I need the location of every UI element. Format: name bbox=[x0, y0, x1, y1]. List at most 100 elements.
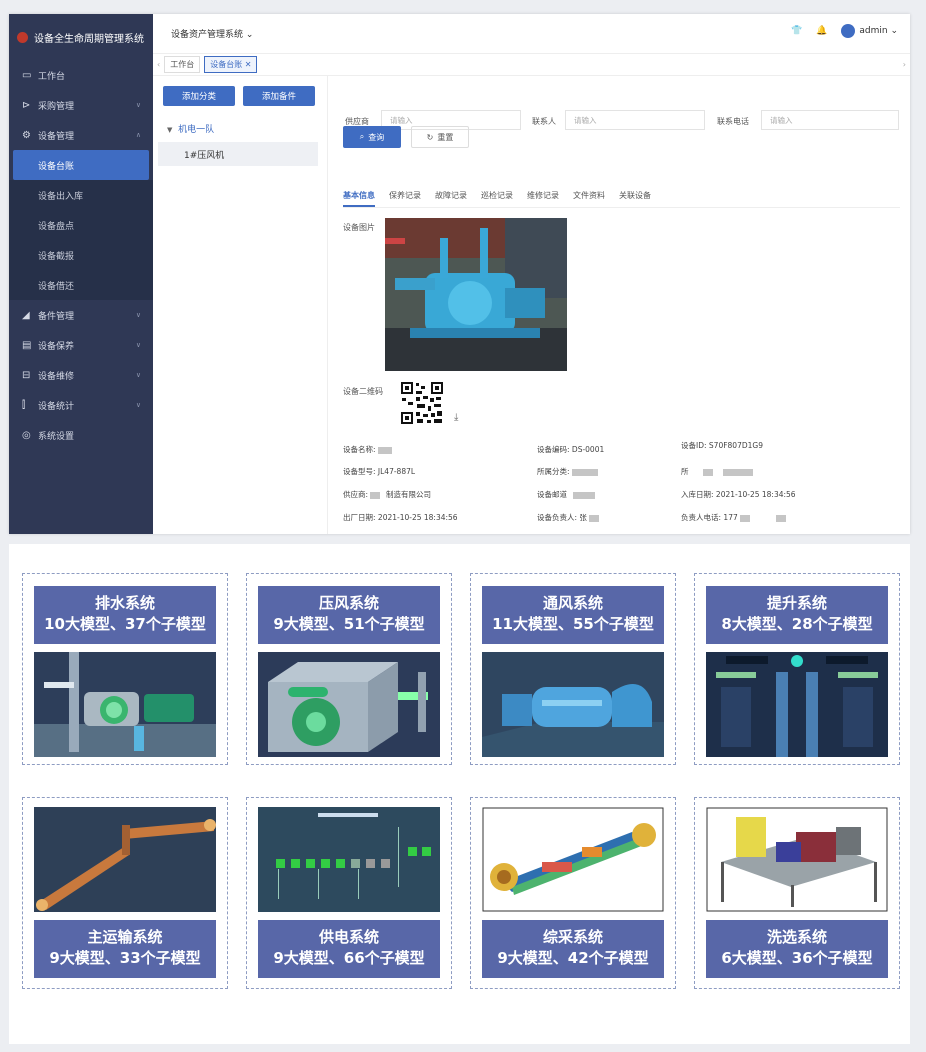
header: 设备资产管理系统 ⌄ 👕 🔔 admin ⌄ bbox=[153, 14, 910, 54]
field-value: JL47-887L bbox=[377, 467, 416, 476]
menu-item-device-management[interactable]: ⚙ 设备管理 ∧ bbox=[9, 120, 153, 150]
system-name: 洗选系统 bbox=[766, 928, 827, 946]
chevron-down-icon: ∨ bbox=[135, 401, 141, 409]
contact-label: 联系人 bbox=[532, 117, 556, 126]
reset-button[interactable]: ↻ 重置 bbox=[411, 126, 469, 148]
query-button[interactable]: ⌕ 查询 bbox=[343, 126, 401, 148]
tab-basic-info[interactable]: 基本信息 bbox=[343, 186, 375, 207]
drainage-model-image bbox=[34, 652, 216, 757]
add-category-button[interactable]: 添加分类 bbox=[163, 86, 235, 106]
tab-documents[interactable]: 文件资料 bbox=[573, 186, 605, 207]
chevron-up-icon: ∧ bbox=[135, 131, 141, 139]
redacted-value bbox=[722, 468, 753, 476]
logo-icon bbox=[17, 31, 28, 43]
menu-item-maintenance[interactable]: ▤ 设备保养 ∨ bbox=[9, 330, 153, 360]
device-photo bbox=[385, 218, 567, 371]
close-icon[interactable]: ✕ bbox=[245, 60, 252, 69]
system-models: 9大模型、51个子模型 bbox=[273, 615, 425, 633]
tab-maintenance-records[interactable]: 保养记录 bbox=[389, 186, 421, 207]
phone-input[interactable]: 请输入 bbox=[761, 110, 899, 130]
tree-node-selected[interactable]: 1#压风机 bbox=[158, 142, 318, 166]
redacted-value bbox=[370, 491, 381, 499]
field-label: 供应商: bbox=[343, 490, 369, 499]
menu-label: 工作台 bbox=[38, 71, 66, 82]
menu-item-device-borrow[interactable]: 设备借还 bbox=[9, 270, 153, 300]
menu-item-workbench[interactable]: ▭ 工作台 bbox=[9, 60, 153, 90]
field-label: 设备负责人: bbox=[537, 513, 578, 522]
redacted-value bbox=[739, 514, 750, 522]
tab-scroll-right[interactable]: › bbox=[903, 60, 906, 69]
chevron-down-icon: ∨ bbox=[135, 371, 141, 379]
field-value: 制造有限公司 bbox=[386, 490, 432, 499]
menu-label: 设备盘点 bbox=[38, 221, 75, 232]
field-value: S70F807D1G9 bbox=[708, 441, 763, 450]
tab-fault-records[interactable]: 故障记录 bbox=[435, 186, 467, 207]
chevron-down-icon: ⌄ bbox=[245, 30, 254, 40]
system-card-fully-mechanized-mining: 综采系统 9大模型、42个子模型 bbox=[470, 797, 676, 989]
system-selector[interactable]: 设备资产管理系统 ⌄ bbox=[153, 27, 253, 40]
field-supplier: 供应商: 制造有限公司 bbox=[343, 489, 431, 500]
field-label: 设备邮道 bbox=[537, 490, 567, 499]
add-device-button[interactable]: 添加备件 bbox=[243, 86, 315, 106]
field-device-id: 设备ID: S70F807D1G9 bbox=[681, 440, 763, 451]
system-models: 9大模型、42个子模型 bbox=[497, 949, 649, 967]
avatar bbox=[841, 24, 856, 38]
field-label: 设备名称: bbox=[343, 445, 376, 454]
chart-icon: ⫿ bbox=[22, 399, 26, 411]
menu-item-settings[interactable]: ◎ 系统设置 bbox=[9, 420, 153, 450]
system-card-coal-washing: 洗选系统 6大模型、36个子模型 bbox=[694, 797, 900, 989]
gear-icon: ⚙ bbox=[22, 129, 31, 141]
redacted-value bbox=[571, 468, 598, 476]
system-card-compressed-air: 压风系统 9大模型、51个子模型 bbox=[246, 573, 452, 765]
card-header: 主运输系统 9大模型、33个子模型 bbox=[34, 920, 216, 978]
download-icon[interactable]: ⤓ bbox=[454, 412, 458, 423]
card-header: 供电系统 9大模型、66个子模型 bbox=[258, 920, 440, 978]
field-label: 出厂日期: bbox=[343, 513, 376, 522]
query-label: 查询 bbox=[368, 132, 385, 142]
tab-scroll-left[interactable]: ‹ bbox=[157, 60, 160, 69]
system-name: 压风系统 bbox=[318, 594, 379, 612]
monitor-icon: ▭ bbox=[22, 69, 32, 81]
menu-item-device-inout[interactable]: 设备出入库 bbox=[9, 180, 153, 210]
menu-label: 设备保养 bbox=[38, 341, 75, 352]
tree-node[interactable]: ▼ 机电一队 bbox=[167, 122, 214, 135]
field-value: 2021-10-25 18:34:56 bbox=[377, 513, 458, 522]
tab-inspection-records[interactable]: 巡检记录 bbox=[481, 186, 513, 207]
photo-label: 设备图片 bbox=[343, 223, 375, 232]
tree-node-label: 机电一队 bbox=[178, 125, 215, 135]
system-card-drainage: 排水系统 10大模型、37个子模型 bbox=[22, 573, 228, 765]
chevron-down-icon: ∨ bbox=[135, 311, 141, 319]
menu-item-repair[interactable]: ⊟ 设备维修 ∨ bbox=[9, 360, 153, 390]
system-card-main-transport: 主运输系统 9大模型、33个子模型 bbox=[22, 797, 228, 989]
menu-label: 设备出入库 bbox=[38, 191, 84, 202]
menu-item-device-inventory[interactable]: 设备盘点 bbox=[9, 210, 153, 240]
tab-device-ledger[interactable]: 设备台账 ✕ bbox=[204, 56, 258, 73]
tab-related-devices[interactable]: 关联设备 bbox=[619, 186, 651, 207]
menu-item-parts[interactable]: ◢ 备件管理 ∨ bbox=[9, 300, 153, 330]
settings-icon: ◎ bbox=[22, 429, 31, 441]
menu-label: 设备统计 bbox=[38, 401, 75, 412]
tab-repair-records[interactable]: 维修记录 bbox=[527, 186, 559, 207]
shirt-icon[interactable]: 👕 bbox=[791, 26, 802, 36]
ventilation-model-image bbox=[482, 652, 664, 757]
system-card-ventilation: 通风系统 11大模型、55个子模型 bbox=[470, 573, 676, 765]
chevron-down-icon: ⌄ bbox=[890, 26, 898, 36]
system-models: 11大模型、55个子模型 bbox=[492, 615, 654, 633]
chevron-down-icon: ∨ bbox=[135, 101, 141, 109]
system-name: 通风系统 bbox=[542, 594, 603, 612]
menu-item-purchase[interactable]: ⊳ 采购管理 ∨ bbox=[9, 90, 153, 120]
field-channel: 设备邮道 bbox=[537, 489, 595, 500]
detail-panel: 供应商 请输入 联系人 请输入 联系电话 请输入 ⌕ 查询 ↻ 重置 基本信息 保养… bbox=[329, 76, 910, 534]
tab-workbench[interactable]: 工作台 bbox=[164, 56, 201, 73]
bell-icon[interactable]: 🔔 bbox=[816, 26, 827, 36]
menu-item-device-ledger[interactable]: 设备台账 bbox=[13, 150, 149, 180]
field-value: 177 bbox=[723, 513, 738, 522]
card-header: 洗选系统 6大模型、36个子模型 bbox=[706, 920, 888, 978]
menu-item-statistics[interactable]: ⫿ 设备统计 ∨ bbox=[9, 390, 153, 420]
contact-input[interactable]: 请输入 bbox=[565, 110, 705, 130]
user-menu[interactable]: admin ⌄ bbox=[841, 24, 898, 38]
card-header: 压风系统 9大模型、51个子模型 bbox=[258, 586, 440, 644]
coal-washing-model-image bbox=[706, 807, 888, 912]
system-name: 设备资产管理系统 bbox=[171, 30, 244, 40]
menu-item-device-report[interactable]: 设备截报 bbox=[9, 240, 153, 270]
